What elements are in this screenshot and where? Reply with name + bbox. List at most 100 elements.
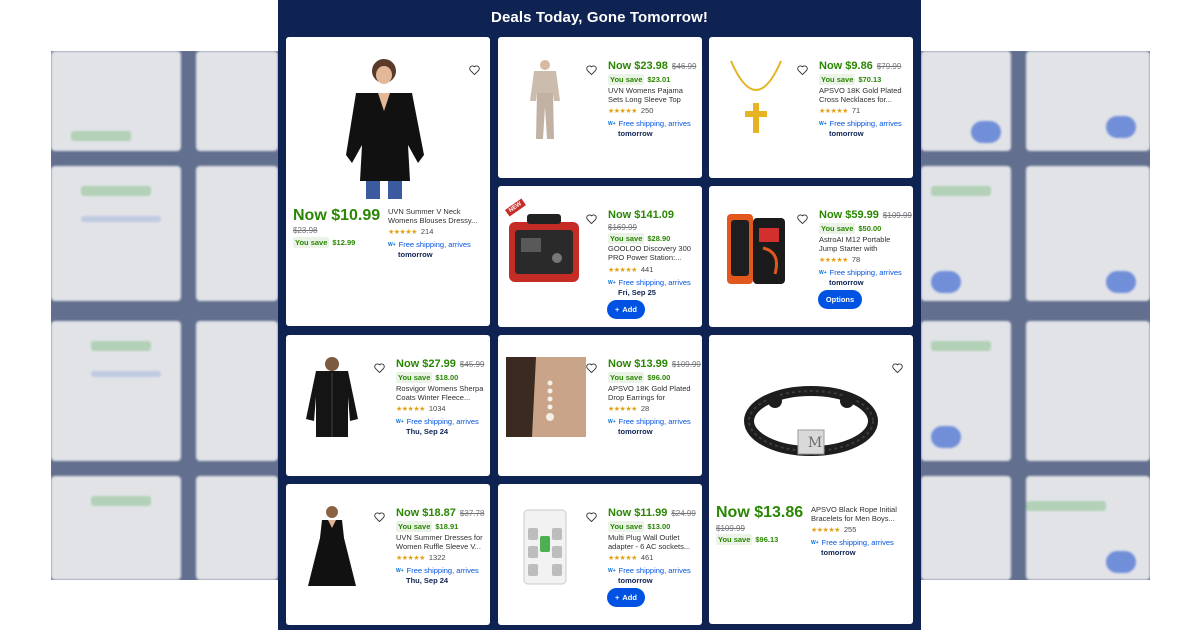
- favorite-heart-icon[interactable]: [374, 512, 386, 524]
- price-line: Now $13.86: [716, 504, 803, 522]
- savings-label: You save: [293, 237, 330, 248]
- rating-stars-icon: ★★★★★: [608, 107, 637, 115]
- drop-earrings-image: [506, 357, 586, 437]
- walmart-plus-icon: W+: [396, 567, 404, 574]
- product-title[interactable]: UVN Summer Dresses for Women Ruffle Slee…: [396, 533, 484, 551]
- shipping-info: W+ Free shipping, arrives tomorrow: [819, 119, 902, 138]
- walmart-plus-icon: W+: [811, 539, 819, 546]
- product-title[interactable]: APSVO 18K Gold Plated Cross Necklaces fo…: [819, 86, 905, 104]
- savings-label: You save: [608, 233, 645, 244]
- favorite-heart-icon[interactable]: [586, 214, 598, 226]
- rating: ★★★★★ 1322: [396, 553, 446, 562]
- current-price: Now $59.99: [819, 209, 879, 221]
- product-title[interactable]: APSVO Black Rope Initial Bracelets for M…: [811, 505, 903, 523]
- power-station-image: [509, 214, 579, 282]
- rating-count: 441: [640, 265, 654, 274]
- walmart-plus-icon: W+: [388, 241, 396, 248]
- rating: ★★★★★ 78: [819, 255, 860, 264]
- product-card-necklace[interactable]: Now $9.86 $79.99 You save $70.13 APSVO 18…: [709, 37, 913, 178]
- rating: ★★★★★ 461: [608, 553, 653, 562]
- favorite-heart-icon[interactable]: [586, 363, 598, 375]
- product-title[interactable]: Rosvigor Womens Sherpa Coats Winter Flee…: [396, 384, 484, 402]
- current-price: Now $27.99: [396, 358, 456, 370]
- original-price: $37.78: [459, 509, 485, 518]
- shipping-info: W+ Free shipping, arrives Thu, Sep 24: [396, 566, 479, 585]
- add-button-label: Add: [622, 305, 637, 314]
- favorite-heart-icon[interactable]: [797, 65, 809, 77]
- savings-amount: $96.00: [647, 373, 671, 382]
- product-title[interactable]: UVN Womens Pajama Sets Long Sleeve Top a…: [608, 86, 692, 104]
- current-price: Now $141.09: [608, 209, 675, 221]
- current-price: Now $23.98: [608, 60, 668, 72]
- original-price: $79.99: [876, 62, 902, 71]
- shipping-text: Free shipping, arrives: [829, 268, 902, 277]
- price-line: Now $9.86 $79.99: [819, 60, 901, 72]
- favorite-heart-icon[interactable]: [586, 65, 598, 77]
- product-title[interactable]: APSVO 18K Gold Plated Drop Earrings for …: [608, 384, 692, 402]
- favorite-heart-icon[interactable]: [797, 214, 809, 226]
- product-card-jump-starter[interactable]: Now $59.99 $109.99 You save $50.00 AstroA…: [709, 186, 913, 327]
- product-card-outlet[interactable]: Now $11.99 $24.99 You save $13.00 Multi P…: [498, 484, 702, 625]
- plus-icon: +: [615, 593, 620, 602]
- favorite-heart-icon[interactable]: [374, 363, 386, 375]
- arrival-date: tomorrow: [829, 277, 864, 287]
- walmart-plus-icon: W+: [608, 279, 616, 286]
- savings-badge: You save $13.00: [608, 521, 670, 532]
- current-price: Now $13.86: [716, 504, 804, 521]
- rating: ★★★★★ 28: [608, 404, 649, 413]
- product-card-power-station[interactable]: NEW Now $141.09 $169.99 You save $28.90 G…: [498, 186, 702, 327]
- rating: ★★★★★ 1034: [396, 404, 446, 413]
- cross-necklace-image: [730, 60, 782, 133]
- options-button[interactable]: Options: [818, 290, 862, 309]
- rating-stars-icon: ★★★★★: [608, 266, 637, 274]
- savings-amount: $28.90: [647, 234, 671, 243]
- shipping-info: W+ Free shipping, arrives Thu, Sep 24: [396, 417, 479, 436]
- shipping-text: Free shipping, arrives: [618, 417, 691, 426]
- rating-count: 214: [420, 227, 434, 236]
- savings-badge: You save $96.00: [608, 372, 671, 383]
- rating: ★★★★★ 71: [819, 106, 860, 115]
- product-title[interactable]: UVN Summer V Neck Womens Blouses Dressy.…: [388, 207, 478, 225]
- favorite-heart-icon[interactable]: [892, 363, 904, 375]
- product-card-blouse[interactable]: Now $10.99 $23.98 You save $12.99 UVN Sum…: [286, 37, 490, 326]
- favorite-heart-icon[interactable]: [469, 65, 481, 77]
- plus-icon: +: [615, 305, 620, 314]
- arrival-date: Thu, Sep 24: [406, 575, 449, 585]
- shipping-text: Free shipping, arrives: [406, 566, 479, 575]
- product-title[interactable]: GOOLOO Discovery 300 PRO Power Station:.…: [608, 244, 694, 262]
- walmart-plus-icon: W+: [608, 418, 616, 425]
- original-price: $23.98: [293, 226, 318, 235]
- product-title[interactable]: AstroAI M12 Portable Jump Starter with 1…: [819, 235, 907, 253]
- product-card-bracelet[interactable]: M Now $13.86 $109.99 You save $96.13 APSV…: [709, 335, 913, 624]
- original-price: $46.99: [671, 62, 697, 71]
- rating-count: 250: [640, 106, 654, 115]
- rating: ★★★★★ 441: [608, 265, 653, 274]
- walmart-plus-icon: W+: [819, 120, 827, 127]
- savings-label: You save: [819, 74, 856, 85]
- panel-title: Deals Today, Gone Tomorrow!: [491, 9, 708, 26]
- original-price: $24.99: [671, 509, 696, 518]
- savings-badge: You save $70.13: [819, 74, 881, 85]
- shipping-info: W+ Free shipping, arrives tomorrow: [811, 538, 894, 557]
- product-card-pajama[interactable]: Now $23.98 $46.99 You save $23.01 UVN Wom…: [498, 37, 702, 178]
- rating-stars-icon: ★★★★★: [608, 405, 637, 413]
- price-line: Now $141.09: [608, 209, 674, 221]
- rating-count: 1322: [428, 553, 446, 562]
- shipping-text: Free shipping, arrives: [618, 119, 691, 128]
- initial-charm: M: [807, 435, 823, 451]
- product-card-sherpa-coat[interactable]: Now $27.99 $45.99 You save $18.00 Rosvigo…: [286, 335, 490, 476]
- product-title[interactable]: Multi Plug Wall Outlet adapter - 6 AC so…: [608, 533, 692, 551]
- walmart-plus-icon: W+: [608, 567, 616, 574]
- arrival-date: Fri, Sep 25: [618, 287, 656, 297]
- add-to-cart-button[interactable]: + Add: [607, 300, 645, 319]
- product-card-dress[interactable]: Now $18.87 $37.78 You save $18.91 UVN Sum…: [286, 484, 490, 625]
- rating-stars-icon: ★★★★★: [396, 405, 425, 413]
- savings-badge: You save $28.90: [608, 233, 671, 244]
- product-card-earrings[interactable]: Now $13.99 $109.99 You save $96.00 APSVO …: [498, 335, 702, 476]
- favorite-heart-icon[interactable]: [586, 512, 598, 524]
- rating: ★★★★★ 214: [388, 227, 433, 236]
- jump-starter-image: [727, 214, 785, 284]
- arrival-date: Thu, Sep 24: [406, 426, 449, 436]
- add-to-cart-button[interactable]: + Add: [607, 588, 645, 607]
- savings-amount: $18.00: [435, 373, 459, 382]
